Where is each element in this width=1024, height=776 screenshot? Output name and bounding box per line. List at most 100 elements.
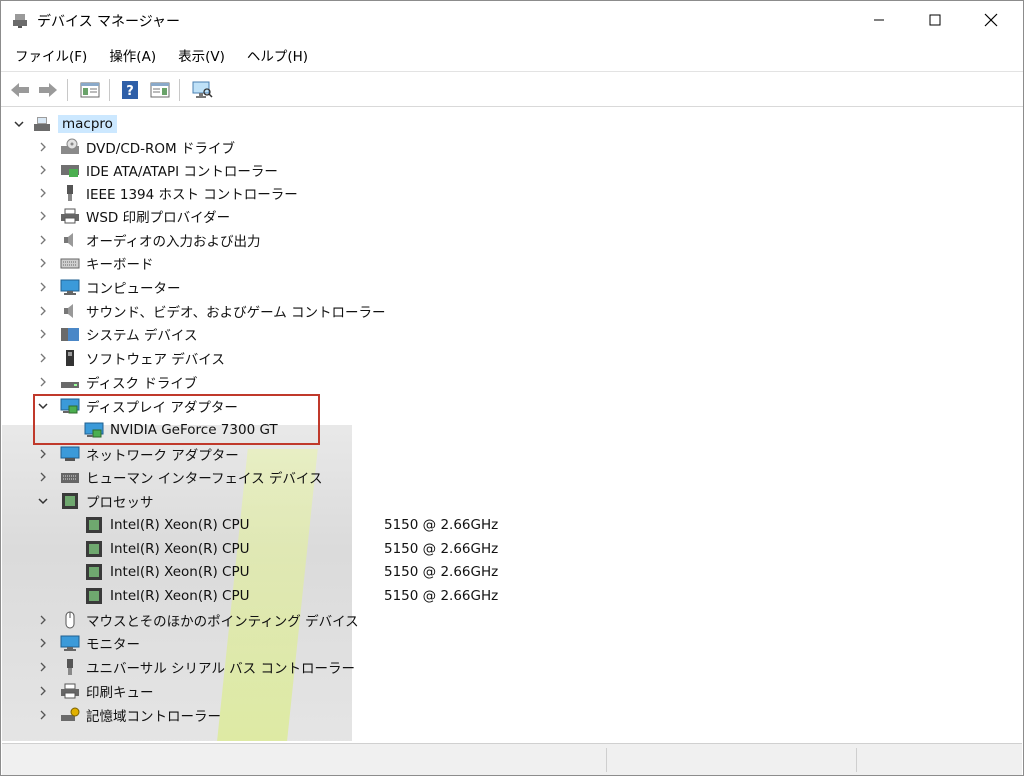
chevron-right-icon[interactable] — [36, 233, 50, 247]
tree-device-cpu[interactable]: Intel(R) Xeon(R) CPU 5150 @ 2.66GHz — [84, 537, 498, 560]
tree-category-computer[interactable]: コンピューター — [36, 275, 181, 298]
chevron-right-icon[interactable] — [36, 470, 50, 484]
chevron-right-icon[interactable] — [36, 684, 50, 698]
category-label: IDE ATA/ATAPI コントローラー — [86, 163, 278, 180]
tree-category-disk-drives[interactable]: ディスク ドライブ — [36, 370, 197, 393]
firewire-plug-icon — [60, 184, 80, 202]
chevron-right-icon[interactable] — [36, 327, 50, 341]
tree-device-cpu[interactable]: Intel(R) Xeon(R) CPU 5150 @ 2.66GHz — [84, 513, 498, 536]
category-label: DVD/CD-ROM ドライブ — [86, 140, 235, 157]
menu-action[interactable]: 操作(A) — [101, 41, 164, 69]
usb-plug-icon — [60, 658, 80, 676]
maximize-button[interactable] — [907, 1, 963, 39]
processor-chip-icon — [84, 516, 104, 534]
properties-button[interactable] — [77, 77, 103, 103]
tree-device-cpu[interactable]: Intel(R) Xeon(R) CPU 5150 @ 2.66GHz — [84, 560, 498, 583]
back-button[interactable] — [7, 77, 33, 103]
cpu-speed-label: 5150 @ 2.66GHz — [384, 516, 499, 533]
cpu-name-label: Intel(R) Xeon(R) CPU — [110, 540, 250, 557]
chevron-down-icon[interactable] — [12, 117, 26, 131]
processor-chip-icon — [60, 492, 80, 510]
chevron-right-icon[interactable] — [36, 636, 50, 650]
category-label: 記憶域コントローラー — [86, 708, 221, 725]
monitor-icon — [60, 278, 80, 296]
tree-category-usb[interactable]: ユニバーサル シリアル バス コントローラー — [36, 655, 355, 678]
minimize-button[interactable] — [851, 1, 907, 39]
chevron-down-icon[interactable] — [36, 494, 50, 508]
view-icon — [150, 82, 170, 98]
tree-category-dvd[interactable]: DVD/CD-ROM ドライブ — [36, 135, 235, 158]
toolbar: ? — [1, 71, 1023, 107]
category-label: システム デバイス — [86, 327, 198, 344]
cpu-speed-label: 5150 @ 2.66GHz — [384, 587, 499, 604]
title-bar: デバイス マネージャー — [1, 1, 1023, 39]
network-adapter-icon — [60, 445, 80, 463]
category-label: オーディオの入力および出力 — [86, 233, 261, 250]
tree-category-network-adapters[interactable]: ネットワーク アダプター — [36, 442, 239, 465]
chevron-right-icon[interactable] — [36, 447, 50, 461]
category-label: ヒューマン インターフェイス デバイス — [86, 470, 323, 487]
monitor-icon — [60, 634, 80, 652]
chevron-right-icon[interactable] — [36, 256, 50, 270]
tree-category-system-devices[interactable]: システム デバイス — [36, 322, 197, 345]
properties-icon — [80, 82, 100, 98]
tree-category-wsd[interactable]: WSD 印刷プロバイダー — [36, 204, 230, 227]
device-manager-window: デバイス マネージャー ファイル(F) 操作(A) 表示(V) ヘルプ(H) ? — [0, 0, 1024, 776]
view-button[interactable] — [147, 77, 173, 103]
processor-chip-icon — [84, 540, 104, 558]
scan-hardware-button[interactable] — [189, 77, 215, 103]
speaker-icon — [60, 231, 80, 249]
chevron-right-icon[interactable] — [36, 375, 50, 389]
maximize-icon — [929, 14, 941, 26]
menu-file[interactable]: ファイル(F) — [7, 41, 95, 69]
tree-category-print-queue[interactable]: 印刷キュー — [36, 679, 154, 702]
chevron-right-icon[interactable] — [36, 280, 50, 294]
close-button[interactable] — [963, 1, 1019, 39]
chevron-right-icon[interactable] — [36, 613, 50, 627]
chevron-right-icon[interactable] — [36, 163, 50, 177]
printer-icon — [60, 682, 80, 700]
back-arrow-icon — [11, 83, 29, 97]
tree-category-audio-io[interactable]: オーディオの入力および出力 — [36, 228, 261, 251]
chevron-right-icon[interactable] — [36, 304, 50, 318]
svg-text:?: ? — [126, 84, 134, 99]
tree-category-mouse[interactable]: マウスとそのほかのポインティング デバイス — [36, 608, 359, 631]
tree-category-software-devices[interactable]: ソフトウェア デバイス — [36, 346, 225, 369]
menu-help[interactable]: ヘルプ(H) — [239, 41, 316, 69]
forward-arrow-icon — [39, 83, 57, 97]
chevron-right-icon[interactable] — [36, 209, 50, 223]
category-label: サウンド、ビデオ、およびゲーム コントローラー — [86, 304, 386, 321]
chevron-right-icon[interactable] — [36, 351, 50, 365]
category-label: ネットワーク アダプター — [86, 447, 239, 464]
menu-bar: ファイル(F) 操作(A) 表示(V) ヘルプ(H) — [1, 39, 1023, 71]
category-label: コンピューター — [86, 280, 181, 297]
category-label: キーボード — [86, 256, 154, 273]
printer-icon — [60, 207, 80, 225]
tree-category-hid[interactable]: ヒューマン インターフェイス デバイス — [36, 465, 322, 488]
tree-category-monitors[interactable]: モニター — [36, 631, 140, 654]
tree-category-ieee1394[interactable]: IEEE 1394 ホスト コントローラー — [36, 181, 298, 204]
keyboard-icon — [60, 254, 80, 272]
monitor-scan-icon — [192, 81, 213, 98]
tree-category-processors[interactable]: プロセッサ — [36, 489, 154, 512]
tree-root[interactable]: macpro — [12, 112, 117, 135]
chevron-right-icon[interactable] — [36, 140, 50, 154]
chevron-right-icon[interactable] — [36, 186, 50, 200]
help-button[interactable]: ? — [117, 77, 143, 103]
chevron-right-icon[interactable] — [36, 708, 50, 722]
category-label: プロセッサ — [86, 494, 154, 511]
tree-device-cpu[interactable]: Intel(R) Xeon(R) CPU 5150 @ 2.66GHz — [84, 584, 498, 607]
cpu-name-label: Intel(R) Xeon(R) CPU — [110, 587, 250, 604]
menu-view[interactable]: 表示(V) — [170, 41, 233, 69]
chevron-right-icon[interactable] — [36, 660, 50, 674]
tree-category-storage-controllers[interactable]: 記憶域コントローラー — [36, 703, 221, 726]
speaker-icon — [60, 302, 80, 320]
toolbar-separator — [179, 79, 180, 101]
help-icon: ? — [122, 81, 138, 99]
forward-button[interactable] — [35, 77, 61, 103]
tree-category-keyboard[interactable]: キーボード — [36, 251, 154, 274]
tree-category-ide[interactable]: IDE ATA/ATAPI コントローラー — [36, 158, 278, 181]
cpu-speed-label: 5150 @ 2.66GHz — [384, 540, 499, 557]
tree-category-sound-video[interactable]: サウンド、ビデオ、およびゲーム コントローラー — [36, 299, 386, 322]
toolbar-separator — [67, 79, 68, 101]
